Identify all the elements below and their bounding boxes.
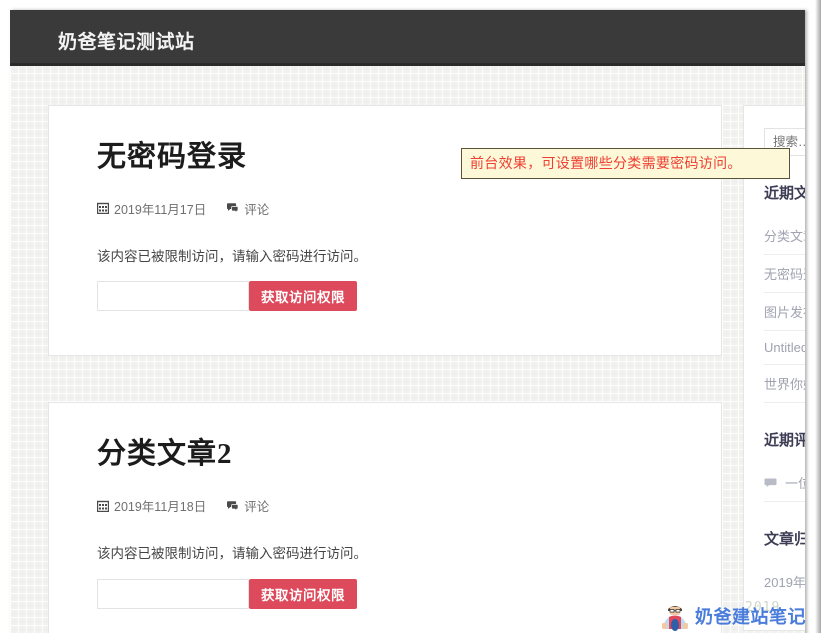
list-item[interactable]: 分类文章2 (764, 217, 805, 255)
watermark: 奶爸建站笔记 (658, 599, 806, 633)
password-protected-notice: 该内容已被限制访问，请输入密码进行访问。 (97, 248, 367, 264)
list-item[interactable]: 图片发布测试 (764, 293, 805, 331)
site-header: 奶爸笔记测试站 (10, 10, 805, 66)
password-input[interactable] (97, 281, 249, 312)
calendar-icon (97, 500, 109, 512)
page-bottom-edge (0, 633, 821, 637)
recent-posts-title: 近期文章 (764, 186, 805, 202)
password-protected-notice: 该内容已被限制访问，请输入密码进行访问。 (97, 546, 367, 562)
browser-page-viewport: 奶爸笔记测试站 无密码登录 2019年11月17日 评论 该内容已被限制访问，请… (10, 10, 805, 637)
comment-author: 一位WordPress评论者 (785, 476, 805, 491)
comment-bubble-icon (764, 477, 777, 489)
password-submit-button[interactable]: 获取访问权限 (249, 281, 357, 312)
post-comments-label[interactable]: 评论 (244, 199, 269, 218)
list-item[interactable]: 无密码登录 (764, 255, 805, 293)
annotation-callout: 前台效果，可设置哪些分类需要密码访问。 (461, 148, 790, 179)
list-item[interactable]: 世界你好！ (764, 365, 805, 403)
list-item[interactable]: Untitled (764, 331, 805, 365)
post-date: 2019年11月17日 (114, 202, 207, 217)
sidebar: 近期文章 分类文章2 无密码登录 图片发布测试 Untitled 世界你好！ 近… (743, 105, 805, 631)
password-form: 获取访问权限 (97, 281, 673, 312)
post-meta: 2019年11月18日 评论 (97, 496, 673, 515)
page-right-edge-shadow (815, 0, 821, 637)
post-title[interactable]: 分类文章2 (97, 437, 673, 472)
avatar-icon (658, 599, 692, 633)
list-item[interactable]: 一位WordPress评论者 (764, 464, 805, 502)
post-card: 分类文章2 2019年11月18日 评论 该内容已被限制访问，请输入密码进行访问… (48, 402, 722, 637)
password-form: 获取访问权限 (97, 578, 673, 609)
comment-bubble-icon (226, 500, 239, 512)
recent-posts-widget: 近期文章 分类文章2 无密码登录 图片发布测试 Untitled 世界你好！ (764, 182, 805, 403)
watermark-label: 奶爸建站笔记 (695, 607, 806, 627)
recent-comments-title: 近期评论 (764, 433, 805, 449)
main-column: 无密码登录 2019年11月17日 评论 该内容已被限制访问，请输入密码进行访问… (48, 105, 722, 637)
comment-bubble-icon (226, 202, 239, 214)
screenshot-root: 奶爸笔记测试站 无密码登录 2019年11月17日 评论 该内容已被限制访问，请… (0, 0, 821, 637)
post-comments-label[interactable]: 评论 (244, 496, 269, 515)
list-item[interactable]: 2019年11月 (764, 563, 805, 600)
recent-comments-widget: 近期评论 一位WordPress评论者 (764, 429, 805, 502)
calendar-icon (97, 202, 109, 215)
post-date: 2019年11月18日 (114, 500, 207, 515)
recent-posts-list: 分类文章2 无密码登录 图片发布测试 Untitled 世界你好！ (764, 217, 805, 403)
archives-title: 文章归档 (764, 532, 805, 548)
archives-widget: 文章归档 2019年11月 (764, 528, 805, 600)
post-meta: 2019年11月17日 评论 (97, 199, 673, 218)
password-submit-button[interactable]: 获取访问权限 (249, 578, 357, 609)
site-title[interactable]: 奶爸笔记测试站 (58, 27, 195, 54)
password-input[interactable] (97, 578, 249, 609)
post-card: 无密码登录 2019年11月17日 评论 该内容已被限制访问，请输入密码进行访问… (48, 105, 722, 357)
